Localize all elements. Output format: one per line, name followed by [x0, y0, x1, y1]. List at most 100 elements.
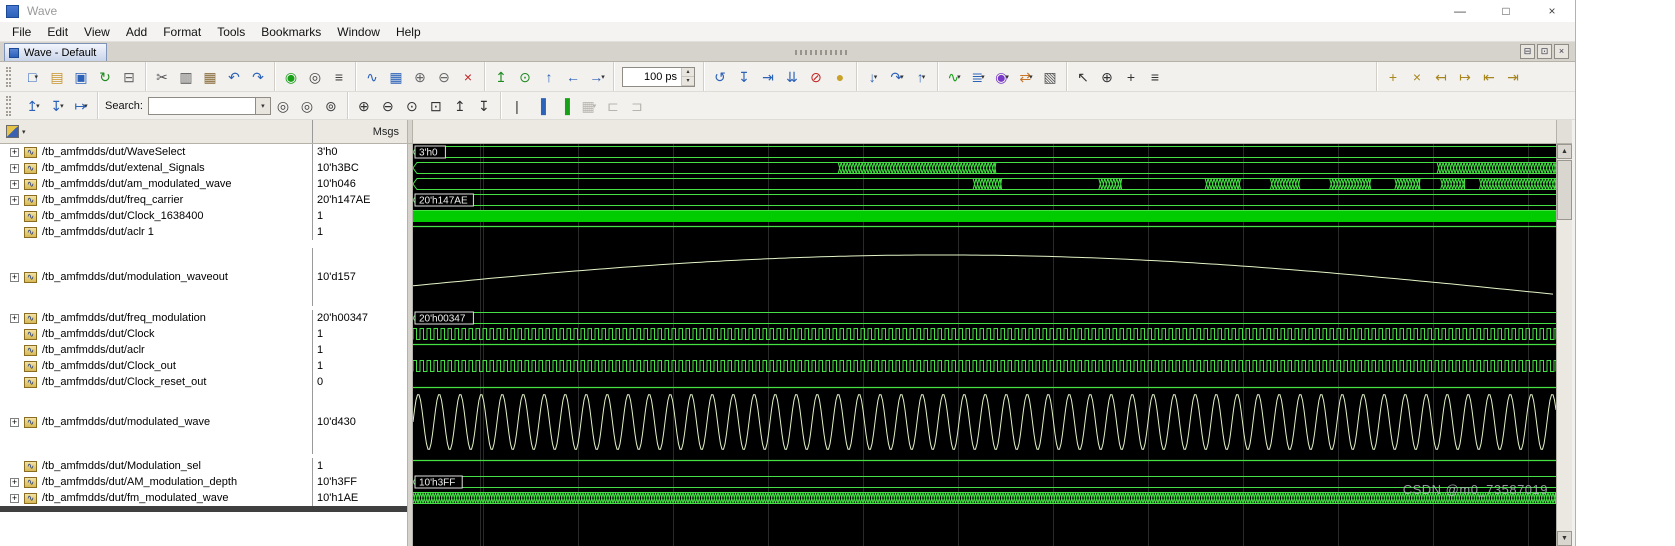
add-to-list-button[interactable]: ≣ ▾	[966, 65, 990, 89]
cut-button[interactable]: ✂	[150, 65, 174, 89]
waveform-row[interactable]: 10'h3FF	[413, 474, 1556, 490]
run-all-button[interactable]: ⇊	[780, 65, 804, 89]
break-button[interactable]: ⊘	[804, 65, 828, 89]
signal-row[interactable]: + ∿ /tb_amfmdds/dut/AM_modulation_depth 10'…	[0, 474, 407, 490]
environment-button[interactable]: ≡	[327, 65, 351, 89]
search-options-button[interactable]: ⊚	[319, 94, 343, 118]
waveform-row[interactable]	[413, 390, 1556, 454]
up-context-button[interactable]: ↑	[537, 65, 561, 89]
expand-button[interactable]: +	[10, 477, 19, 487]
back-button[interactable]: ←	[561, 65, 585, 89]
add-to-log-button[interactable]: ◉ ▾	[990, 65, 1014, 89]
waveform-row[interactable]	[413, 374, 1556, 390]
forward-button[interactable]: → ▾	[585, 65, 609, 89]
show-dataflow-button[interactable]: ▧	[1038, 65, 1062, 89]
signal-row[interactable]: ∿ /tb_amfmdds/dut/Clock 1	[0, 326, 407, 342]
pane-maximize-button[interactable]: ⊡	[1537, 44, 1552, 59]
undo-button[interactable]: ↶	[222, 65, 246, 89]
wave-pane[interactable]: 3'h0 20'h147AE 20'h00347 10'h3FF CSDN @m0_7…	[413, 144, 1556, 546]
waveform-row[interactable]	[413, 458, 1556, 474]
values-column-header[interactable]: Msgs	[313, 120, 407, 143]
goto-context-button[interactable]: ⊙	[513, 65, 537, 89]
new-file-button[interactable]: □ ▾	[21, 65, 45, 89]
prev-edge-button[interactable]: ⇤	[1477, 65, 1501, 89]
follow-event-button[interactable]: ↦ ▾	[69, 94, 93, 118]
select-mode-button[interactable]: ↖	[1071, 65, 1095, 89]
pan-mode-button[interactable]: +	[1119, 65, 1143, 89]
format-literal-button[interactable]: |	[505, 94, 529, 118]
open-file-button[interactable]: ▤	[45, 65, 69, 89]
menu-item-format[interactable]: Format	[155, 23, 209, 41]
menu-item-help[interactable]: Help	[388, 23, 429, 41]
tab-wave-default[interactable]: Wave - Default	[4, 43, 108, 61]
minimize-button[interactable]: —	[1437, 0, 1483, 22]
step-into-button[interactable]: ↓ ▾	[861, 65, 885, 89]
expand-button[interactable]: +	[10, 313, 19, 323]
time-input[interactable]	[623, 70, 681, 83]
signal-row[interactable]: ∿ /tb_amfmdds/dut/aclr 1	[0, 342, 407, 358]
toolbar-gripper[interactable]	[6, 95, 11, 116]
print-button[interactable]: ⊟	[117, 65, 141, 89]
continue-run-button[interactable]: ⇥	[756, 65, 780, 89]
menu-item-edit[interactable]: Edit	[39, 23, 76, 41]
waveform-row[interactable]	[413, 208, 1556, 224]
menu-item-add[interactable]: Add	[118, 23, 155, 41]
signal-row[interactable]: + ∿ /tb_amfmdds/dut/fm_modulated_wave 10'h1…	[0, 490, 407, 506]
split-signals-button[interactable]: ⊖	[432, 65, 456, 89]
maximize-button[interactable]: □	[1483, 0, 1529, 22]
signal-row[interactable]: ∿ /tb_amfmdds/dut/Clock_1638400 1	[0, 208, 407, 224]
add-to-wave-button[interactable]: ∿ ▾	[942, 65, 966, 89]
time-spin-up-button[interactable]: ▴	[682, 67, 694, 77]
find-button[interactable]: ◎	[303, 65, 327, 89]
waveform-row[interactable]	[413, 342, 1556, 358]
stop-hand-button[interactable]: ●	[828, 65, 852, 89]
waveform-row[interactable]: 20'h00347	[413, 310, 1556, 326]
goto-first-button[interactable]: ↥	[489, 65, 513, 89]
scroll-up-button[interactable]: ▲	[1557, 144, 1572, 159]
signal-row[interactable]: + ∿ /tb_amfmdds/dut/WaveSelect 3'h0	[0, 144, 407, 160]
zoom-mode-button[interactable]: ⊕	[1095, 65, 1119, 89]
menu-item-window[interactable]: Window	[329, 23, 388, 41]
insert-wave-button[interactable]: ∿	[360, 65, 384, 89]
signal-row[interactable]: ∿ /tb_amfmdds/dut/Clock_out 1	[0, 358, 407, 374]
save-button[interactable]: ▣	[69, 65, 93, 89]
signal-row[interactable]: + ∿ /tb_amfmdds/dut/modulated_wave 10'd430	[0, 390, 407, 454]
signal-row[interactable]: + ∿ /tb_amfmdds/dut/am_modulated_wave 10'h0…	[0, 176, 407, 192]
step-out-button[interactable]: ↑ ▾	[909, 65, 933, 89]
names-column-header[interactable]: ▾	[0, 120, 313, 143]
prev-transition-button[interactable]: ↤	[1429, 65, 1453, 89]
waveform-row[interactable]	[413, 358, 1556, 374]
expand-button[interactable]: +	[10, 147, 19, 157]
expand-button[interactable]: +	[10, 195, 19, 205]
zoom-cursor-button[interactable]: ↥	[448, 94, 472, 118]
signal-row[interactable]: + ∿ /tb_amfmdds/dut/extenal_Signals 10'h3BC	[0, 160, 407, 176]
next-transition-button[interactable]: ↦	[1453, 65, 1477, 89]
expand-button[interactable]: +	[10, 272, 19, 282]
expand-button[interactable]: +	[10, 417, 19, 427]
signal-row[interactable]: ∿ /tb_amfmdds/dut/aclr 1 1	[0, 224, 407, 240]
search-input[interactable]	[147, 96, 256, 115]
show-drivers-button[interactable]: ↥ ▾	[21, 94, 45, 118]
zoom-last-button[interactable]: ↧	[472, 94, 496, 118]
menu-item-bookmarks[interactable]: Bookmarks	[253, 23, 329, 41]
edit-grid-button[interactable]: ▦	[384, 65, 408, 89]
signal-row[interactable]: ∿ /tb_amfmdds/dut/Clock_reset_out 0	[0, 374, 407, 390]
reload-button[interactable]: ↻	[93, 65, 117, 89]
zoom-in-button[interactable]: ⊕	[352, 94, 376, 118]
close-button[interactable]: ×	[1529, 0, 1575, 22]
expand-button[interactable]: +	[10, 493, 19, 503]
redo-button[interactable]: ↷	[246, 65, 270, 89]
waveform-row[interactable]	[413, 224, 1556, 240]
find-next-button[interactable]: ◎	[295, 94, 319, 118]
restart-button[interactable]: ↺	[708, 65, 732, 89]
signal-row[interactable]: + ∿ /tb_amfmdds/dut/freq_carrier 20'h147AE	[0, 192, 407, 208]
pane-minimize-button[interactable]: ⊟	[1520, 44, 1535, 59]
zoom-range-button[interactable]: ⊡	[424, 94, 448, 118]
show-readers-button[interactable]: ↧ ▾	[45, 94, 69, 118]
waveform-row[interactable]	[413, 490, 1556, 506]
find-previous-button[interactable]: ◎	[271, 94, 295, 118]
expand-button[interactable]: +	[10, 179, 19, 189]
edit-mode-button[interactable]: ≡	[1143, 65, 1167, 89]
next-edge-button[interactable]: ⇥	[1501, 65, 1525, 89]
zoom-out-button[interactable]: ⊖	[376, 94, 400, 118]
